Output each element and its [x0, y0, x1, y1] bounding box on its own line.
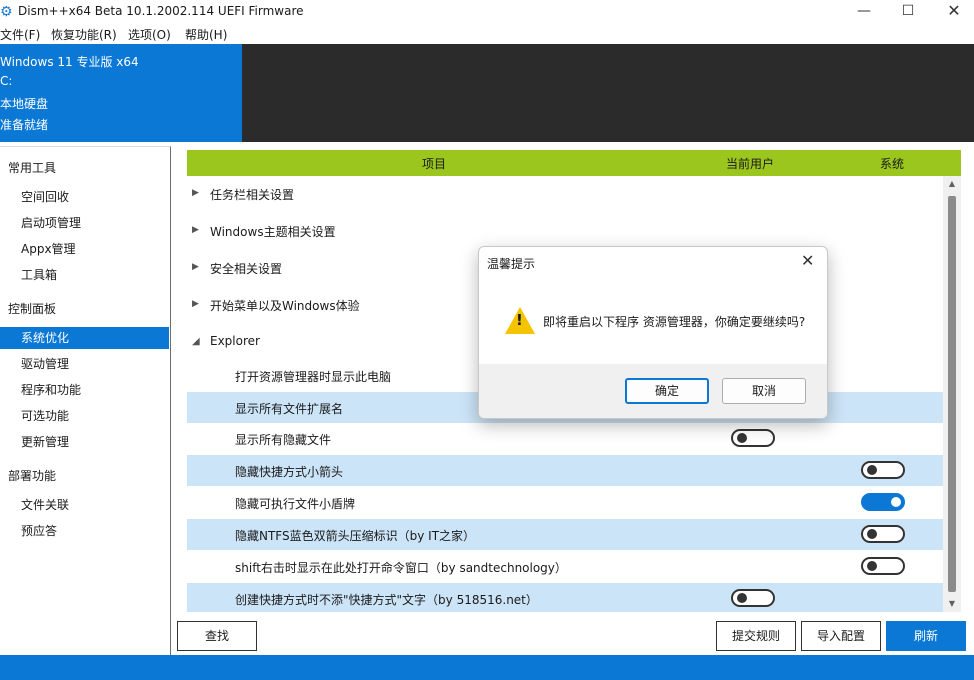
dialog-ok-button[interactable]: 确定: [625, 378, 709, 404]
scroll-thumb[interactable]: [948, 196, 956, 592]
system-toggle[interactable]: [861, 525, 905, 543]
expand-arrow-icon[interactable]: ▶: [192, 299, 199, 309]
window-title: Dism++x64 Beta 10.1.2002.114 UEFI Firmwa…: [18, 4, 304, 18]
sidebar-item-programs[interactable]: 程序和功能: [0, 379, 169, 401]
refresh-button[interactable]: 刷新: [886, 621, 966, 651]
maximize-button[interactable]: ☐: [884, 0, 932, 24]
dialog-close-icon[interactable]: ✕: [801, 251, 814, 270]
option-row[interactable]: 隐藏快捷方式小箭头: [187, 455, 943, 486]
disk-type: 本地硬盘: [0, 97, 49, 111]
drive-letter: C:: [0, 74, 13, 88]
system-status: 准备就绪: [0, 118, 49, 132]
minimize-button[interactable]: —: [840, 0, 888, 24]
scroll-down-icon[interactable]: ▼: [943, 596, 961, 612]
option-label: 隐藏NTFS蓝色双箭头压缩标识（by IT之家）: [235, 529, 476, 543]
group-row[interactable]: ▶ Windows主题相关设置: [187, 213, 943, 250]
sidebar-item-updates[interactable]: 更新管理: [0, 431, 169, 453]
sidebar-section-control-panel: 控制面板: [8, 302, 57, 316]
group-label: 安全相关设置: [210, 262, 283, 276]
sidebar: 常用工具 空间回收 启动项管理 Appx管理 工具箱 控制面板 系统优化 驱动管…: [0, 146, 171, 655]
group-label: 任务栏相关设置: [210, 188, 295, 202]
expand-arrow-icon[interactable]: ▶: [192, 188, 199, 198]
menu-restore[interactable]: 恢复功能(R): [51, 26, 117, 43]
dialog-title: 温馨提示: [487, 257, 536, 271]
system-toggle[interactable]: [861, 461, 905, 479]
sidebar-item-space-cleanup[interactable]: 空间回收: [0, 186, 169, 208]
scroll-up-icon[interactable]: ▲: [943, 176, 961, 192]
option-label: 打开资源管理器时显示此电脑: [235, 370, 392, 384]
sidebar-section-common-tools: 常用工具: [8, 161, 57, 175]
option-row[interactable]: 创建快捷方式时不添"快捷方式"文字（by 518516.net）: [187, 583, 943, 612]
group-label: 开始菜单以及Windows体验: [210, 299, 360, 313]
vertical-scrollbar[interactable]: ▲ ▼: [943, 176, 961, 612]
column-header-current-user[interactable]: 当前用户: [715, 155, 785, 172]
group-row[interactable]: ▶ 任务栏相关设置: [187, 176, 943, 213]
warning-icon-mark: !: [516, 311, 523, 329]
system-toggle[interactable]: [861, 493, 905, 511]
status-bar: [0, 655, 974, 680]
menu-file[interactable]: 文件(F): [0, 26, 40, 43]
sidebar-section-deploy: 部署功能: [8, 469, 57, 483]
confirm-dialog: 温馨提示 ✕ ! 即将重启以下程序 资源管理器，你确定要继续吗? 确定 取消: [478, 246, 828, 419]
option-label: shift右击时显示在此处打开命令窗口（by sandtechnology）: [235, 561, 567, 575]
close-window-button[interactable]: ✕: [930, 0, 974, 24]
option-row[interactable]: shift右击时显示在此处打开命令窗口（by sandtechnology）: [187, 551, 943, 582]
option-label: 显示所有文件扩展名: [235, 402, 344, 416]
option-label: 创建快捷方式时不添"快捷方式"文字（by 518516.net）: [235, 593, 538, 607]
sidebar-item-system-optimize[interactable]: 系统优化: [0, 327, 169, 349]
menu-options[interactable]: 选项(O): [128, 26, 171, 43]
import-config-button[interactable]: 导入配置: [801, 621, 881, 651]
menu-help[interactable]: 帮助(H): [185, 26, 227, 43]
system-info-panel[interactable]: Windows 11 专业版 x64 C: 本地硬盘 准备就绪: [0, 44, 242, 142]
option-row[interactable]: 隐藏可执行文件小盾牌: [187, 487, 943, 518]
option-label: 显示所有隐藏文件: [235, 433, 332, 447]
title-bar: ⚙ Dism++x64 Beta 10.1.2002.114 UEFI Firm…: [0, 0, 974, 24]
sidebar-item-drivers[interactable]: 驱动管理: [0, 353, 169, 375]
expand-arrow-icon[interactable]: ▶: [192, 225, 199, 235]
os-name: Windows 11 专业版 x64: [0, 55, 139, 69]
option-label: 隐藏可执行文件小盾牌: [235, 497, 356, 511]
gear-icon: ⚙: [0, 4, 13, 20]
option-row[interactable]: 显示所有隐藏文件: [187, 423, 943, 454]
option-row[interactable]: 隐藏NTFS蓝色双箭头压缩标识（by IT之家）: [187, 519, 943, 550]
sidebar-item-unattend[interactable]: 预应答: [0, 520, 169, 542]
header-banner: [242, 44, 974, 142]
sidebar-item-optional-features[interactable]: 可选功能: [0, 405, 169, 427]
column-header-system[interactable]: 系统: [857, 155, 927, 172]
find-button[interactable]: 查找: [177, 621, 257, 651]
dialog-cancel-button[interactable]: 取消: [722, 378, 806, 404]
dialog-footer: 确定 取消: [479, 364, 827, 418]
collapse-arrow-icon[interactable]: ◢: [192, 336, 200, 347]
group-label: Windows主题相关设置: [210, 225, 336, 239]
current-user-toggle[interactable]: [731, 429, 775, 447]
table-header: 项目 当前用户 系统: [187, 150, 961, 176]
expand-arrow-icon[interactable]: ▶: [192, 262, 199, 272]
sidebar-item-startup[interactable]: 启动项管理: [0, 212, 169, 234]
submit-rule-button[interactable]: 提交规则: [716, 621, 796, 651]
menu-bar: 文件(F) 恢复功能(R) 选项(O) 帮助(H): [0, 24, 974, 44]
sidebar-item-file-association[interactable]: 文件关联: [0, 494, 169, 516]
current-user-toggle[interactable]: [731, 589, 775, 607]
column-header-item[interactable]: 项目: [187, 155, 681, 172]
sidebar-item-appx[interactable]: Appx管理: [0, 238, 169, 260]
option-label: 隐藏快捷方式小箭头: [235, 465, 344, 479]
sidebar-item-toolbox[interactable]: 工具箱: [0, 264, 169, 286]
system-toggle[interactable]: [861, 557, 905, 575]
group-label: Explorer: [210, 334, 260, 348]
dialog-message: 即将重启以下程序 资源管理器，你确定要继续吗?: [543, 315, 806, 329]
